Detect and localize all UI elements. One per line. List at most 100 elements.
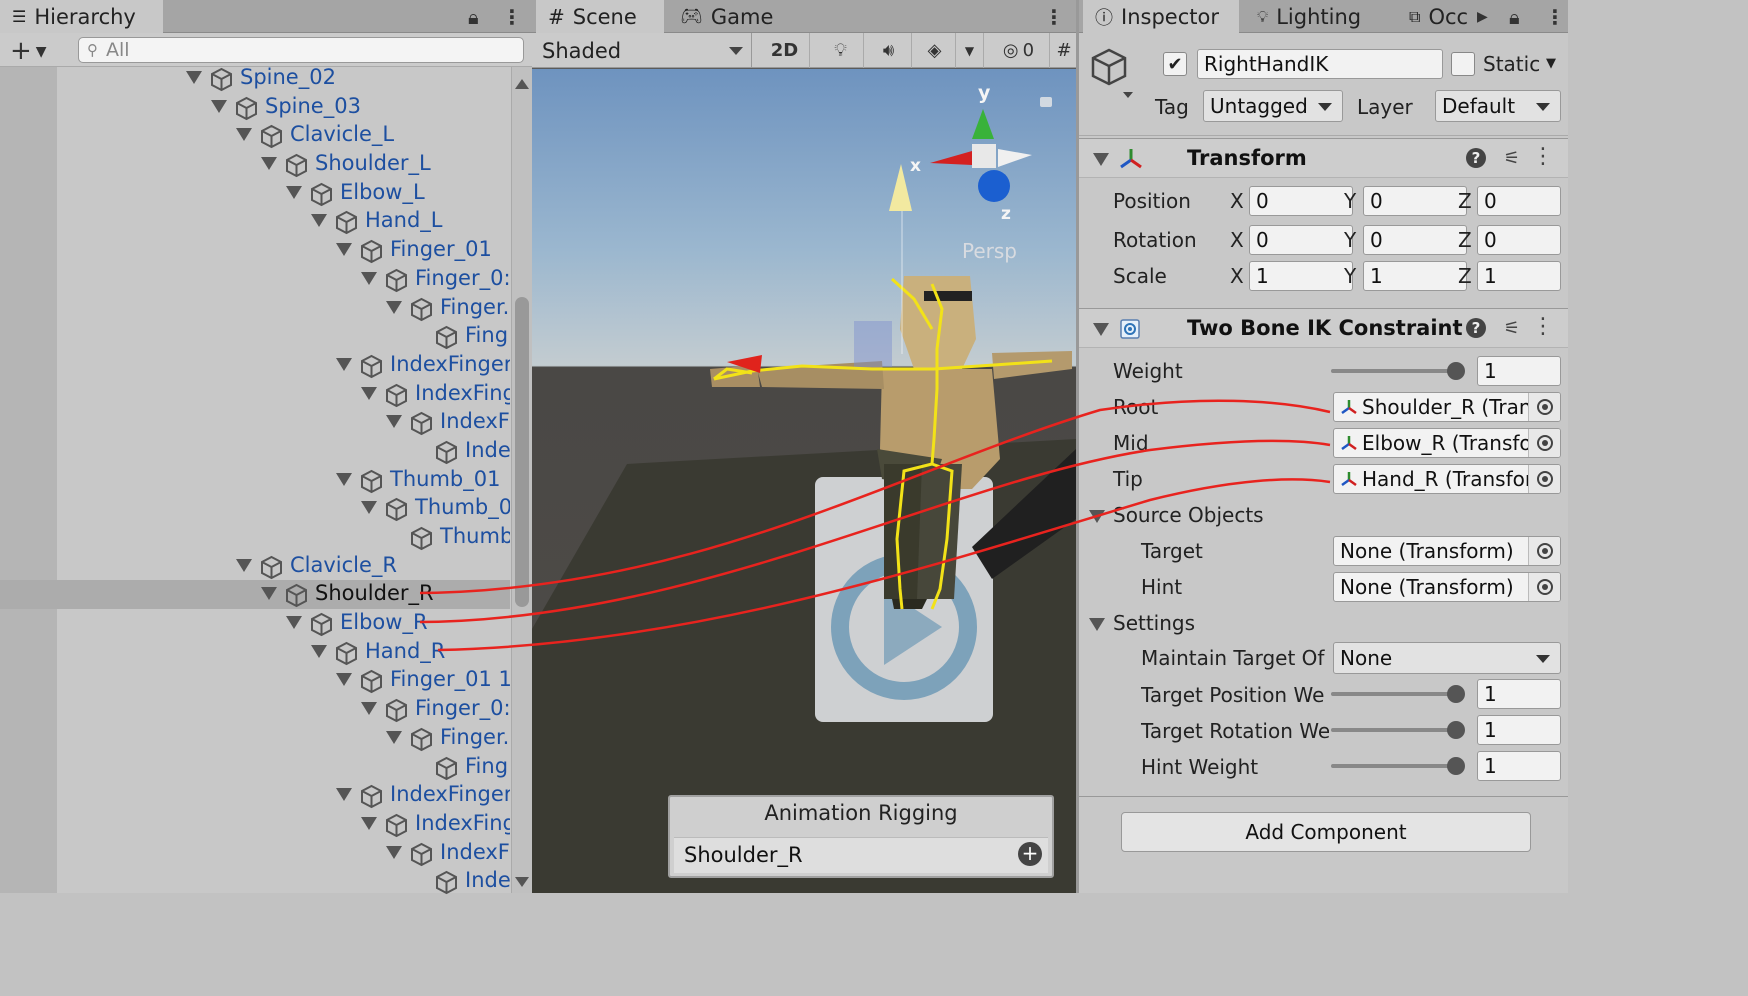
foldout-arrow-icon[interactable] bbox=[236, 128, 252, 142]
foldout-arrow-icon[interactable] bbox=[211, 99, 227, 113]
scale-y-field[interactable]: 1 bbox=[1363, 261, 1467, 291]
foldout-arrow-icon[interactable] bbox=[286, 616, 302, 630]
tip-field[interactable]: Hand_R (Transfor bbox=[1333, 464, 1561, 494]
foldout-arrow-icon[interactable] bbox=[261, 587, 277, 601]
lock-icon[interactable]: 🔒︎ bbox=[1509, 0, 1520, 33]
root-field[interactable]: Shoulder_R (Tran bbox=[1333, 392, 1561, 422]
hierarchy-row[interactable]: Inde bbox=[0, 867, 510, 896]
active-checkbox[interactable]: ✔ bbox=[1163, 52, 1187, 76]
foldout-arrow-icon[interactable] bbox=[361, 501, 377, 515]
hierarchy-row[interactable]: IndexFing bbox=[0, 380, 510, 409]
foldout-arrow-icon[interactable] bbox=[311, 214, 327, 228]
hierarchy-row[interactable]: Thumb bbox=[0, 523, 510, 552]
hierarchy-row[interactable]: IndexFing bbox=[0, 810, 510, 839]
tab-scene[interactable]: # Scene bbox=[536, 0, 664, 33]
hierarchy-row[interactable]: IndexFinger bbox=[0, 781, 510, 810]
position-y-field[interactable]: 0 bbox=[1363, 186, 1467, 216]
object-picker-icon[interactable] bbox=[1528, 537, 1560, 565]
source-objects-foldout[interactable]: Source Objects bbox=[1089, 503, 1264, 527]
foldout-arrow-icon[interactable] bbox=[336, 243, 352, 257]
preset-icon[interactable]: ⚟ bbox=[1504, 318, 1520, 339]
rotation-z-label[interactable]: Z bbox=[1458, 228, 1472, 252]
foldout-arrow-icon[interactable] bbox=[386, 845, 402, 859]
hierarchy-row[interactable]: Finger_01 bbox=[0, 236, 510, 265]
add-component-button[interactable]: Add Component bbox=[1121, 812, 1531, 852]
foldout-arrow-icon[interactable] bbox=[311, 644, 327, 658]
foldout-arrow-icon[interactable] bbox=[361, 386, 377, 400]
scale-label[interactable]: Scale bbox=[1113, 264, 1167, 288]
gizmo-y-cone[interactable] bbox=[972, 109, 994, 139]
target-rotation-weight-slider[interactable] bbox=[1331, 728, 1461, 732]
preset-icon[interactable]: ⚟ bbox=[1504, 148, 1520, 169]
gameobject-cube-icon[interactable] bbox=[1089, 46, 1133, 98]
foldout-arrow-icon[interactable] bbox=[361, 702, 377, 716]
kebab-menu-icon[interactable]: ⋮ bbox=[502, 0, 522, 33]
hierarchy-row[interactable]: IndexFinger bbox=[0, 351, 510, 380]
static-checkbox[interactable] bbox=[1451, 52, 1475, 76]
hierarchy-row[interactable]: Fing bbox=[0, 753, 510, 782]
projection-label[interactable]: Persp bbox=[962, 239, 1017, 263]
hierarchy-search-input[interactable]: ⚲ All bbox=[78, 37, 524, 63]
shading-mode-dropdown[interactable]: Shaded bbox=[532, 33, 752, 68]
lock-icon[interactable]: 🔒︎ bbox=[468, 0, 479, 33]
hierarchy-row[interactable]: Spine_03 bbox=[0, 93, 510, 122]
hidden-objects-button[interactable]: ◎ 0 bbox=[988, 33, 1050, 68]
hierarchy-row[interactable]: Fing bbox=[0, 322, 510, 351]
ik-constraint-header[interactable]: Two Bone IK Constraint ? ⚟ ⋮ bbox=[1079, 308, 1568, 348]
hierarchy-row[interactable]: Finger_01 1 bbox=[0, 666, 510, 695]
rotation-x-label[interactable]: X bbox=[1230, 228, 1244, 252]
foldout-arrow-icon[interactable] bbox=[1093, 323, 1109, 336]
tab-occlusion[interactable]: ⧉ Occ bbox=[1397, 0, 1487, 33]
scale-z-field[interactable]: 1 bbox=[1477, 261, 1561, 291]
position-x-field[interactable]: 0 bbox=[1249, 186, 1353, 216]
hierarchy-scrollbar[interactable] bbox=[511, 67, 532, 893]
target-position-weight-slider[interactable] bbox=[1331, 692, 1461, 696]
gizmo-center-cube[interactable] bbox=[972, 144, 996, 168]
rotation-label[interactable]: Rotation bbox=[1113, 228, 1197, 252]
rotation-z-field[interactable]: 0 bbox=[1477, 225, 1561, 255]
gizmo-neg-x-cone[interactable] bbox=[998, 149, 1032, 167]
transform-header[interactable]: Transform ? ⚟ ⋮ bbox=[1079, 138, 1568, 178]
scale-x-label[interactable]: X bbox=[1230, 264, 1244, 288]
hierarchy-row[interactable]: Elbow_R bbox=[0, 609, 510, 638]
object-name-field[interactable]: RightHandIK bbox=[1197, 49, 1443, 79]
hierarchy-row[interactable]: Spine_02 bbox=[0, 64, 510, 93]
scroll-up-icon[interactable] bbox=[515, 79, 529, 89]
foldout-arrow-icon[interactable] bbox=[386, 415, 402, 429]
object-picker-icon[interactable] bbox=[1528, 429, 1560, 457]
foldout-arrow-icon[interactable] bbox=[386, 300, 402, 314]
hierarchy-row[interactable]: Hand_R bbox=[0, 638, 510, 667]
weight-slider-knob[interactable] bbox=[1447, 362, 1465, 380]
mid-field[interactable]: Elbow_R (Transfo bbox=[1333, 428, 1561, 458]
gizmo-z-cone[interactable] bbox=[978, 170, 1010, 202]
foldout-arrow-icon[interactable] bbox=[1093, 153, 1109, 166]
scale-x-field[interactable]: 1 bbox=[1249, 261, 1353, 291]
position-z-label[interactable]: Z bbox=[1458, 189, 1472, 213]
object-picker-icon[interactable] bbox=[1528, 393, 1560, 421]
rotation-y-field[interactable]: 0 bbox=[1363, 225, 1467, 255]
hierarchy-row[interactable]: Clavicle_R bbox=[0, 552, 510, 581]
hierarchy-row[interactable]: Thumb_01 bbox=[0, 466, 510, 495]
hierarchy-row[interactable]: IndexF bbox=[0, 408, 510, 437]
object-picker-icon[interactable] bbox=[1528, 573, 1560, 601]
overlay-selection-field[interactable]: Shoulder_R + bbox=[674, 837, 1048, 873]
hierarchy-row[interactable]: Inde bbox=[0, 437, 510, 466]
help-icon[interactable]: ? bbox=[1466, 318, 1486, 338]
foldout-arrow-icon[interactable] bbox=[286, 185, 302, 199]
hierarchy-row[interactable]: Shoulder_R bbox=[0, 580, 510, 610]
grid-toggle-button[interactable]: # bbox=[1052, 33, 1076, 68]
foldout-arrow-icon[interactable] bbox=[236, 558, 252, 572]
foldout-arrow-icon[interactable] bbox=[386, 730, 402, 744]
help-icon[interactable]: ? bbox=[1466, 148, 1486, 168]
settings-foldout[interactable]: Settings bbox=[1089, 611, 1195, 635]
weight-field[interactable]: 1 bbox=[1477, 356, 1561, 386]
hierarchy-row[interactable]: Shoulder_L bbox=[0, 150, 510, 179]
lighting-toggle-button[interactable]: 💡︎ bbox=[818, 33, 864, 68]
tab-lighting[interactable]: 💡︎ Lighting bbox=[1245, 0, 1395, 33]
hierarchy-row[interactable]: Finger. bbox=[0, 724, 510, 753]
kebab-menu-icon[interactable]: ⋮ bbox=[1532, 314, 1554, 339]
chevron-right-icon[interactable]: ▶ bbox=[1477, 0, 1488, 33]
y-axis-handle[interactable] bbox=[889, 164, 912, 211]
kebab-menu-icon[interactable]: ⋮ bbox=[1532, 144, 1554, 169]
hierarchy-row[interactable]: Elbow_L bbox=[0, 179, 510, 208]
